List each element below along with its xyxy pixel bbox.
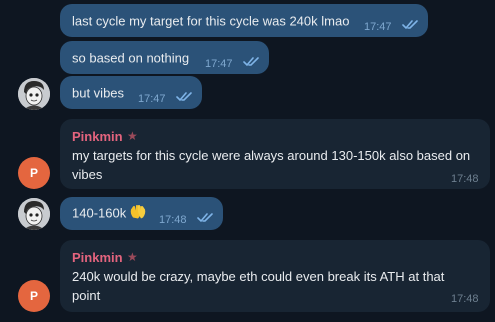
message-bubble[interactable]: Pinkmin ★ 240k would be crazy, maybe eth… — [60, 240, 490, 312]
pinkmin-avatar[interactable]: P — [18, 157, 50, 189]
avatar-letter: P — [29, 166, 38, 180]
message-bubble[interactable]: so based on nothing 17:47 — [60, 41, 269, 74]
message-time: 17:47 — [138, 93, 166, 105]
message-text-value: 140-160k — [72, 205, 127, 220]
message-time: 17:48 — [159, 214, 187, 226]
message-bubble[interactable]: Pinkmin ★ my targets for this cycle were… — [60, 119, 490, 189]
read-checkmarks-icon — [176, 92, 192, 102]
user-avatar[interactable] — [18, 78, 50, 110]
cartoon-face-icon — [18, 78, 50, 110]
message-bubble[interactable]: 140-160k 17:48 — [60, 197, 223, 230]
clapping-hands-icon — [129, 203, 147, 224]
admin-star-icon: ★ — [127, 129, 138, 143]
message-text: so based on nothing — [72, 50, 190, 65]
message-time: 17:48 — [451, 293, 479, 305]
message-line: 240k would be crazy, maybe eth could eve… — [72, 269, 445, 284]
message-line: my targets for this cycle were always ar… — [72, 148, 471, 163]
message-text: last cycle my target for this cycle was … — [72, 13, 350, 28]
read-checkmarks-icon — [197, 213, 213, 223]
message-bubble[interactable]: but vibes 17:47 — [60, 76, 202, 109]
sender-name[interactable]: Pinkmin — [72, 248, 123, 267]
message-line: vibes — [72, 167, 103, 182]
message-text: 140-160k — [72, 203, 147, 224]
sender-name[interactable]: Pinkmin — [72, 127, 123, 146]
message-text: 240k would be crazy, maybe eth could eve… — [72, 267, 482, 305]
message-text: my targets for this cycle were always ar… — [72, 146, 482, 184]
message-time: 17:48 — [451, 173, 479, 185]
message-time: 17:47 — [205, 58, 233, 70]
chat-view: last cycle my target for this cycle was … — [0, 0, 495, 322]
read-checkmarks-icon — [243, 57, 259, 67]
pinkmin-avatar[interactable]: P — [18, 280, 50, 312]
user-avatar[interactable] — [18, 198, 50, 230]
cartoon-face-icon — [18, 198, 50, 230]
avatar-letter: P — [29, 289, 38, 303]
message-text: but vibes — [72, 85, 125, 100]
message-line: point — [72, 288, 101, 303]
admin-star-icon: ★ — [127, 250, 138, 264]
message-time: 17:47 — [364, 21, 392, 33]
message-bubble[interactable]: last cycle my target for this cycle was … — [60, 4, 428, 37]
read-checkmarks-icon — [402, 20, 418, 30]
